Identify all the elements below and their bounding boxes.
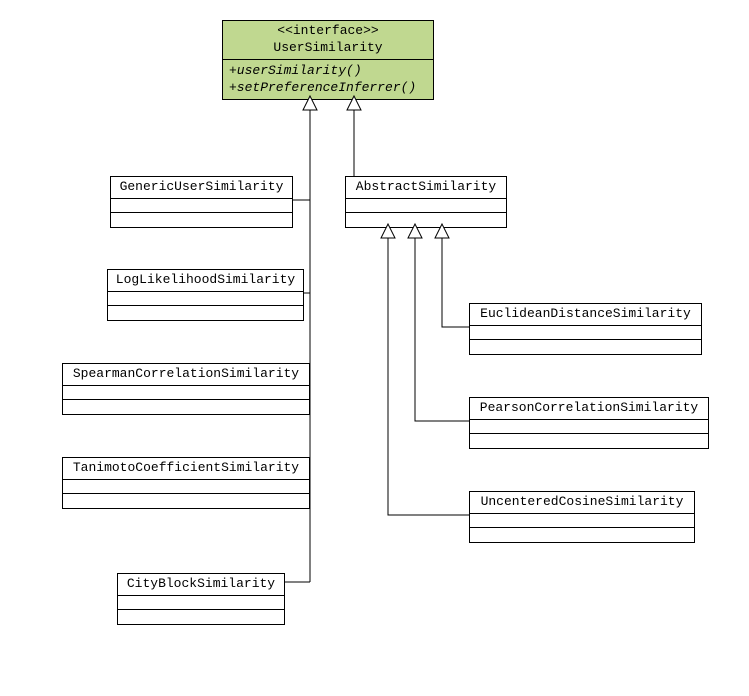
- class-title: TanimotoCoefficientSimilarity: [63, 458, 309, 480]
- class-empty-compartment: [111, 199, 292, 213]
- class-empty-compartment: [346, 199, 506, 213]
- class-empty-compartment: [108, 292, 303, 306]
- class-empty-compartment: [63, 480, 309, 494]
- interface-methods: +userSimilarity() +setPreferenceInferrer…: [223, 60, 433, 99]
- method-item: +userSimilarity(): [229, 62, 427, 80]
- class-empty-compartment: [63, 400, 309, 414]
- class-empty-compartment: [470, 528, 694, 542]
- class-pearson: PearsonCorrelationSimilarity: [469, 397, 709, 449]
- class-title: AbstractSimilarity: [346, 177, 506, 199]
- class-generic-user-similarity: GenericUserSimilarity: [110, 176, 293, 228]
- class-empty-compartment: [63, 494, 309, 508]
- class-tanimoto: TanimotoCoefficientSimilarity: [62, 457, 310, 509]
- class-title: PearsonCorrelationSimilarity: [470, 398, 708, 420]
- class-empty-compartment: [470, 340, 701, 354]
- interface-name: UserSimilarity: [229, 40, 427, 57]
- connector-line: [442, 238, 469, 327]
- class-spearman: SpearmanCorrelationSimilarity: [62, 363, 310, 415]
- connector-line: [388, 238, 469, 515]
- method-item: +setPreferenceInferrer(): [229, 79, 427, 97]
- class-name: AbstractSimilarity: [352, 179, 500, 196]
- interface-user-similarity: <<interface>> UserSimilarity +userSimila…: [222, 20, 434, 100]
- class-name: CityBlockSimilarity: [124, 576, 278, 593]
- class-uncentered: UncenteredCosineSimilarity: [469, 491, 695, 543]
- class-title: LogLikelihoodSimilarity: [108, 270, 303, 292]
- class-abstract-similarity: AbstractSimilarity: [345, 176, 507, 228]
- class-log-likelihood: LogLikelihoodSimilarity: [107, 269, 304, 321]
- class-empty-compartment: [118, 596, 284, 610]
- class-name: UncenteredCosineSimilarity: [476, 494, 688, 511]
- interface-title: <<interface>> UserSimilarity: [223, 21, 433, 60]
- class-empty-compartment: [111, 213, 292, 227]
- class-empty-compartment: [118, 610, 284, 624]
- class-title: CityBlockSimilarity: [118, 574, 284, 596]
- class-name: PearsonCorrelationSimilarity: [476, 400, 702, 417]
- class-name: LogLikelihoodSimilarity: [114, 272, 297, 289]
- connector-line: [415, 238, 469, 421]
- class-name: GenericUserSimilarity: [117, 179, 286, 196]
- class-empty-compartment: [470, 514, 694, 528]
- class-title: UncenteredCosineSimilarity: [470, 492, 694, 514]
- class-city-block: CityBlockSimilarity: [117, 573, 285, 625]
- class-name: EuclideanDistanceSimilarity: [476, 306, 695, 323]
- class-euclidean: EuclideanDistanceSimilarity: [469, 303, 702, 355]
- class-name: SpearmanCorrelationSimilarity: [69, 366, 303, 383]
- class-empty-compartment: [63, 386, 309, 400]
- class-title: SpearmanCorrelationSimilarity: [63, 364, 309, 386]
- class-empty-compartment: [470, 326, 701, 340]
- class-name: TanimotoCoefficientSimilarity: [69, 460, 303, 477]
- class-empty-compartment: [108, 306, 303, 320]
- class-empty-compartment: [470, 420, 708, 434]
- class-title: EuclideanDistanceSimilarity: [470, 304, 701, 326]
- stereotype-label: <<interface>>: [229, 23, 427, 40]
- class-title: GenericUserSimilarity: [111, 177, 292, 199]
- class-empty-compartment: [470, 434, 708, 448]
- class-empty-compartment: [346, 213, 506, 227]
